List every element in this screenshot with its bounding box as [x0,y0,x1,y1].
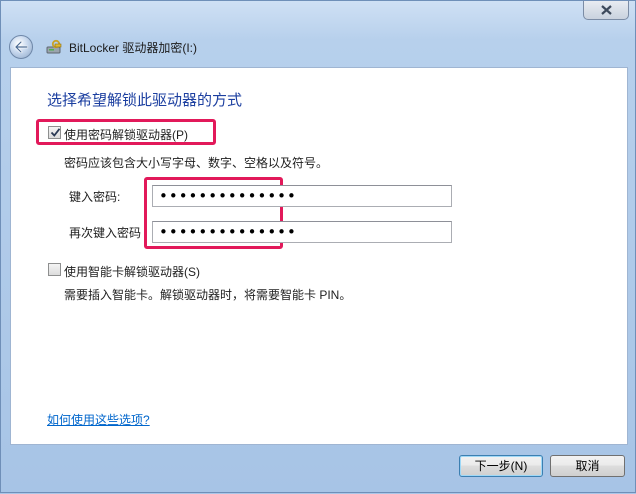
password-hint: 密码应该包含大小写字母、数字、空格以及符号。 [64,156,329,170]
smartcard-option-label[interactable]: 使用智能卡解锁驱动器(S) [64,263,200,280]
back-button[interactable] [9,35,33,59]
wizard-window: BitLocker 驱动器加密(I:) 选择希望解锁此驱动器的方式 使用密码解锁… [0,0,636,493]
smartcard-option-checkbox[interactable] [48,263,61,276]
password-label: 键入密码: [69,190,121,204]
cancel-button[interactable]: 取消 [550,455,625,477]
back-arrow-icon [14,41,28,53]
checkmark-icon [50,128,61,137]
button-bar: 下一步(N) 取消 [1,445,636,494]
page-heading: 选择希望解锁此驱动器的方式 [47,92,243,109]
confirm-password-label: 再次键入密码 [69,226,142,240]
bitlocker-drive-icon [46,39,62,54]
content-panel: 选择希望解锁此驱动器的方式 使用密码解锁驱动器(P) 密码应该包含大小写字母、数… [10,67,628,445]
title-row: BitLocker 驱动器加密(I:) [9,34,197,60]
password-option-label[interactable]: 使用密码解锁驱动器(P) [64,126,188,143]
close-icon [600,5,612,15]
close-button[interactable] [583,1,629,20]
smartcard-hint: 需要插入智能卡。解锁驱动器时，将需要智能卡 PIN。 [64,288,352,302]
password-field[interactable]: •••••••••••••• [152,185,452,207]
help-link[interactable]: 如何使用这些选项? [47,411,150,428]
next-button[interactable]: 下一步(N) [459,455,543,477]
window-title: BitLocker 驱动器加密(I:) [69,40,198,55]
password-option-checkbox[interactable] [48,126,61,139]
confirm-password-field[interactable]: •••••••••••••• [152,221,452,243]
